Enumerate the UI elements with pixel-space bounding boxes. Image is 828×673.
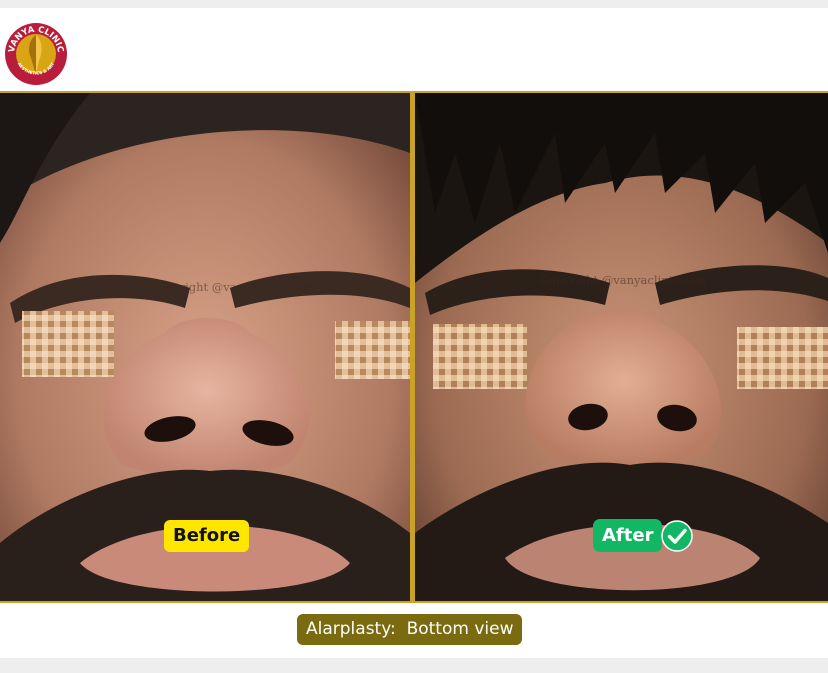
before-watermark: Copyright @vanyaclinic.com [150,280,317,294]
procedure-caption: Alarplasty: Bottom view [297,614,523,645]
before-label: Before [164,520,250,552]
before-after-frame: Copyright @vanyaclinic.com Copyright @va… [0,91,828,603]
after-watermark: Copyright @vanyaclinic.com [540,273,707,287]
check-circle-icon [661,520,693,552]
after-label: After [593,519,663,552]
clinic-logo: VANYA CLINIC AESTHETICS & ART [5,23,67,85]
